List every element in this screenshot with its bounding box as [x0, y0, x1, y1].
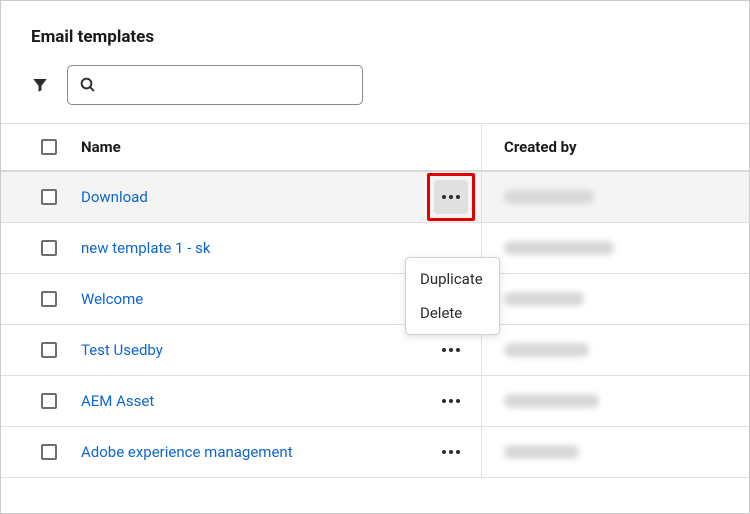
page-title: Email templates — [31, 27, 719, 47]
menu-item-duplicate[interactable]: Duplicate — [406, 262, 499, 296]
column-header-created-by[interactable]: Created by — [481, 124, 739, 170]
row-checkbox[interactable] — [41, 444, 57, 460]
row-actions-menu: Duplicate Delete — [405, 257, 500, 335]
menu-item-delete[interactable]: Delete — [406, 296, 499, 330]
more-icon — [442, 348, 460, 352]
more-actions-button[interactable] — [434, 384, 468, 418]
created-by-value — [504, 292, 584, 306]
created-by-value — [504, 190, 594, 204]
table-row[interactable]: new template 1 - sk — [1, 223, 749, 274]
table-row[interactable]: Download — [1, 172, 749, 223]
created-by-value — [504, 445, 579, 459]
created-by-value — [504, 241, 614, 255]
table-row[interactable]: Test Usedby — [1, 325, 749, 376]
row-checkbox[interactable] — [41, 240, 57, 256]
template-name-link[interactable]: new template 1 - sk — [81, 239, 210, 257]
search-input[interactable] — [67, 65, 363, 105]
template-name-link[interactable]: Download — [81, 188, 148, 206]
more-icon — [442, 450, 460, 454]
table-row[interactable]: AEM Asset — [1, 376, 749, 427]
table-header-row: Name Created by — [1, 124, 749, 172]
more-actions-button[interactable] — [434, 435, 468, 469]
created-by-value — [504, 394, 599, 408]
table-row[interactable]: Welcome — [1, 274, 749, 325]
template-name-link[interactable]: Test Usedby — [81, 341, 163, 359]
column-header-name[interactable]: Name — [81, 138, 421, 156]
row-checkbox[interactable] — [41, 189, 57, 205]
row-checkbox[interactable] — [41, 393, 57, 409]
more-actions-button[interactable] — [434, 180, 468, 214]
table-row[interactable]: Adobe experience management — [1, 427, 749, 478]
more-actions-button[interactable] — [434, 333, 468, 367]
created-by-value — [504, 343, 589, 357]
template-name-link[interactable]: Welcome — [81, 290, 143, 308]
page-header: Email templates — [1, 1, 749, 65]
row-checkbox[interactable] — [41, 342, 57, 358]
more-icon — [442, 399, 460, 403]
template-name-link[interactable]: AEM Asset — [81, 392, 154, 410]
row-checkbox[interactable] — [41, 291, 57, 307]
select-all-checkbox[interactable] — [41, 139, 57, 155]
more-icon — [442, 195, 460, 199]
search-field — [67, 65, 363, 105]
templates-table: Name Created by Download new template 1 … — [1, 123, 749, 478]
template-name-link[interactable]: Adobe experience management — [81, 443, 293, 461]
filter-icon[interactable] — [31, 76, 49, 94]
toolbar — [1, 65, 749, 123]
